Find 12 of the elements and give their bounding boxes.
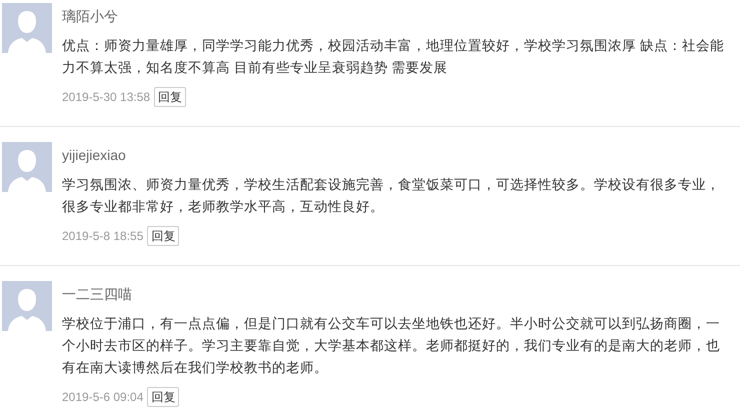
author-name: yijiejiexiao xyxy=(62,146,127,165)
author-name: 一二三四喵 xyxy=(62,285,133,304)
timestamp: 2019-5-30 13:58 xyxy=(62,89,150,106)
reply-button[interactable]: 回复 xyxy=(154,87,186,107)
timestamp: 2019-5-6 09:04 xyxy=(62,389,144,406)
reply-button[interactable]: 回复 xyxy=(147,387,180,407)
timestamp: 2019-5-8 18:55 xyxy=(62,228,144,245)
comment-text: 学校位于浦口，有一点点偏，但是门口就有公交车可以去坐地铁也还好。半小时公交就可以到弘扬商圈，一个小时去市区的样子。学习主要靠自觉，大学基本都这样。老师都挺好的，我们专业有的是南大的老师，也有在南大读博然后在我们学校教书的老师。 xyxy=(62,315,721,377)
comment-text: 优点：师资力量雄厚，同学学习能力优秀，校园活动丰富，地理位置较好，学校学习氛围浓厚 缺点：社会能力不算太强，知名度不算高 目前有些专业呈衰弱趋势 需要发展 xyxy=(62,37,725,77)
comment-text: 学习氛围浓、师资力量优秀，学校生活配套设施完善，食堂饭菜可口，可选择性较多。学校设有很多专业，很多专业都非常好，老师教学水平高，互动性良好。 xyxy=(62,176,721,216)
author-name: 璃陌小兮 xyxy=(62,7,119,26)
reply-button[interactable]: 回复 xyxy=(147,226,180,246)
